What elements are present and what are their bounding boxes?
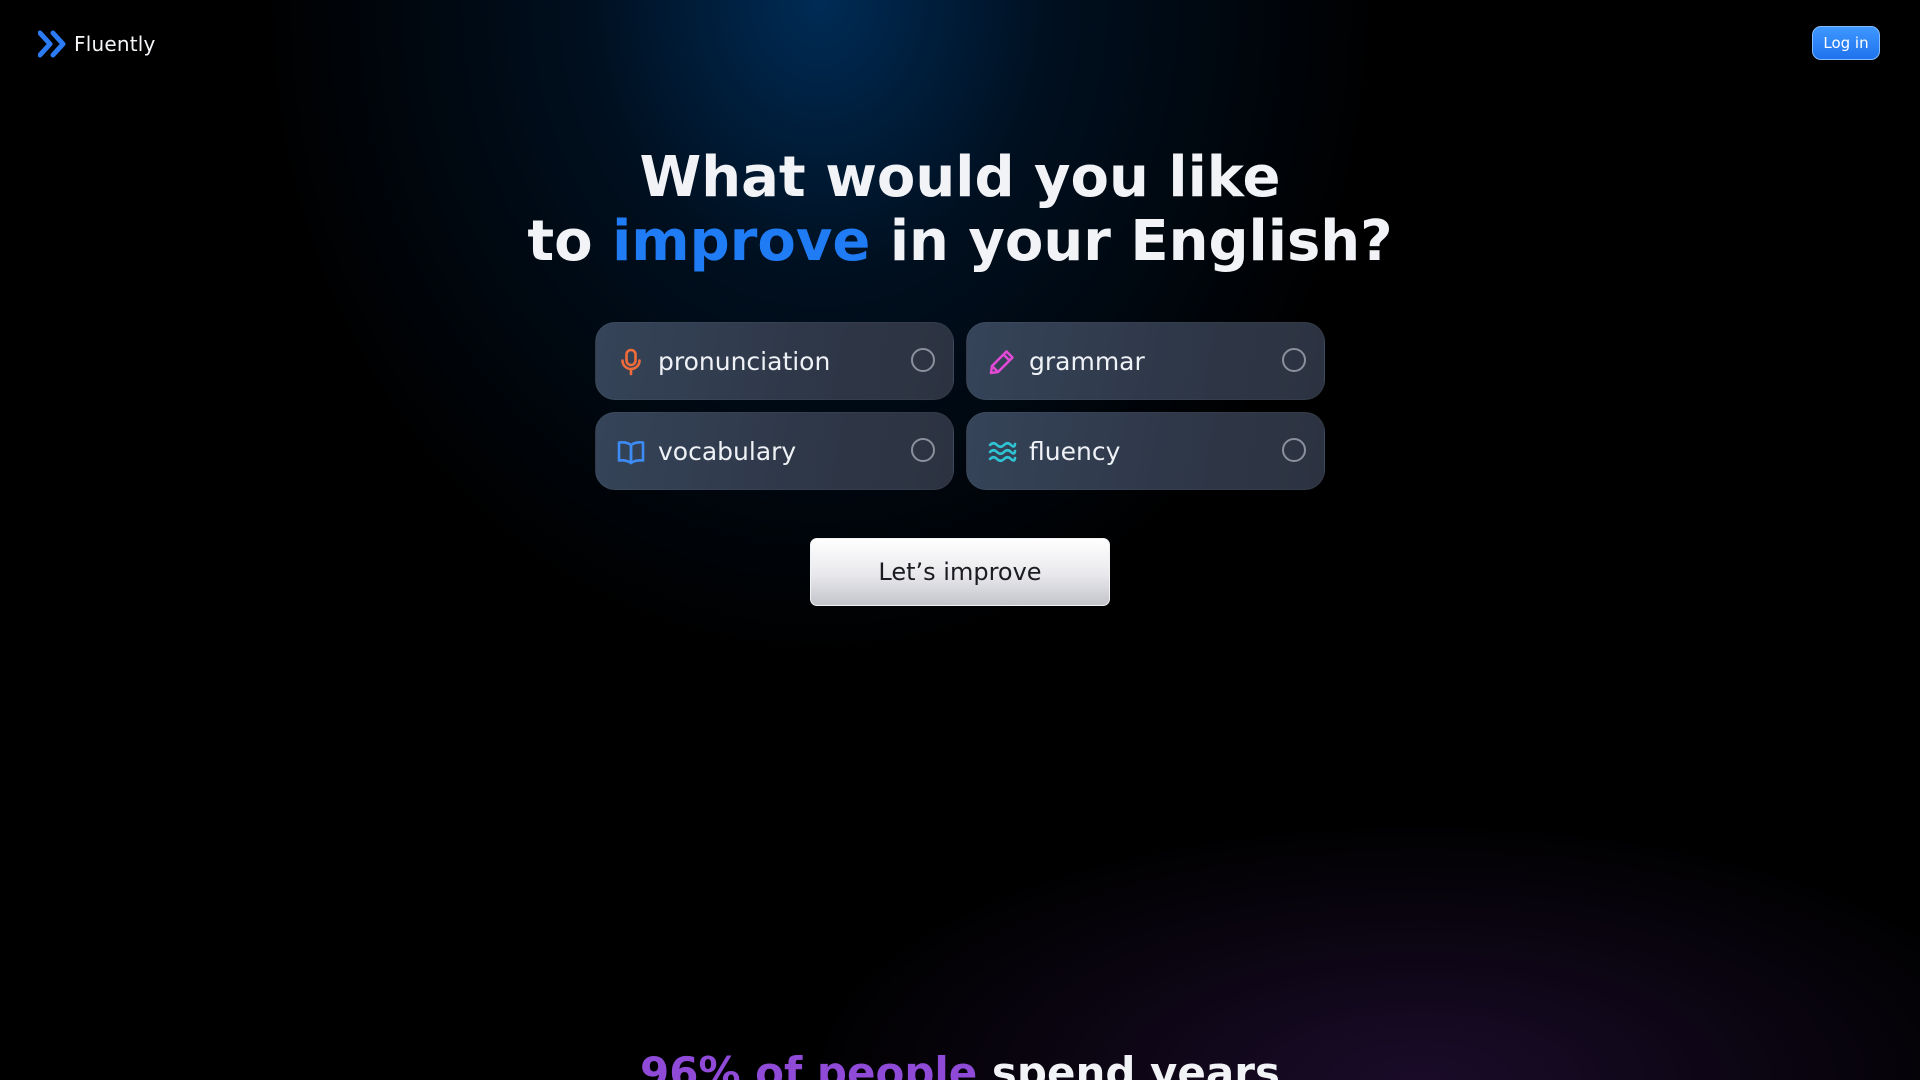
headline-line-1: What would you like <box>639 145 1281 210</box>
option-fluency[interactable]: fluency <box>966 412 1325 490</box>
stats-heading: 96% of people spend years <box>0 1048 1920 1080</box>
brand-logo[interactable]: Fluently <box>38 30 156 58</box>
top-nav: Fluently Log in <box>0 0 1920 88</box>
microphone-icon <box>616 347 646 377</box>
brand-name: Fluently <box>74 32 156 56</box>
landing-page: Fluently Log in What would you like to i… <box>0 0 1920 1080</box>
page-title: What would you like to improve in your E… <box>0 146 1920 274</box>
lets-improve-button[interactable]: Let’s improve <box>810 538 1110 606</box>
option-grammar[interactable]: grammar <box>966 322 1325 400</box>
option-radio[interactable] <box>1282 348 1306 372</box>
stats-accent-text: 96% of people <box>640 1048 978 1080</box>
headline-accent-word: improve <box>612 209 871 274</box>
option-radio[interactable] <box>911 438 935 462</box>
improvement-options: pronunciation grammar vocabulary fluency <box>595 322 1325 490</box>
headline-suffix: in your English? <box>889 209 1393 274</box>
option-vocabulary[interactable]: vocabulary <box>595 412 954 490</box>
option-pronunciation[interactable]: pronunciation <box>595 322 954 400</box>
pencil-icon <box>987 347 1017 377</box>
login-button[interactable]: Log in <box>1812 26 1880 60</box>
option-radio[interactable] <box>911 348 935 372</box>
stats-rest-text: spend years <box>991 1048 1280 1080</box>
option-label: fluency <box>1029 437 1121 466</box>
headline-prefix: to <box>527 209 593 274</box>
double-chevron-right-icon <box>38 30 66 58</box>
option-label: pronunciation <box>658 347 831 376</box>
open-book-icon <box>616 437 646 467</box>
option-label: vocabulary <box>658 437 797 466</box>
option-radio[interactable] <box>1282 438 1306 462</box>
option-label: grammar <box>1029 347 1145 376</box>
waves-icon <box>987 437 1017 467</box>
